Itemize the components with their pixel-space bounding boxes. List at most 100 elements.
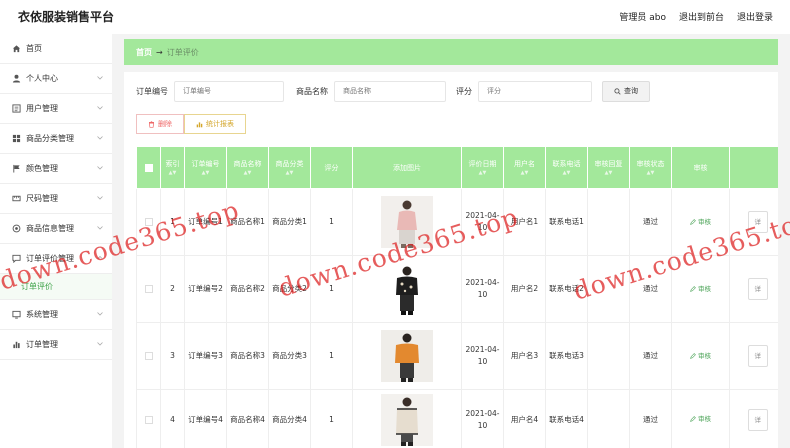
cell-reply [587, 322, 630, 390]
sidebar-item-label: 颜色管理 [26, 164, 58, 173]
cell-image [352, 255, 462, 323]
order-no-input[interactable] [174, 80, 284, 102]
row-checkbox[interactable] [136, 389, 161, 448]
detail-button[interactable]: 详 [747, 211, 768, 233]
audit-link[interactable]: 审核 [690, 350, 711, 362]
detail-button[interactable]: 详 [747, 345, 768, 367]
col-header-category[interactable]: 商品分类 ▲▼ [268, 146, 311, 189]
product-thumbnail[interactable] [381, 263, 433, 315]
sort-icon[interactable]: ▲▼ [546, 171, 587, 176]
sort-icon[interactable]: ▲▼ [630, 171, 671, 176]
cell-order-no: 订单编号4 [184, 389, 227, 448]
cell-audit: 审核 [671, 389, 730, 448]
cell-date: 2021-04-10 [461, 255, 504, 323]
cell-index: 4 [160, 389, 185, 448]
sidebar-subitem-order-review[interactable]: 订单评价 [0, 274, 112, 300]
sidebar-item-size[interactable]: 尺码管理 [0, 184, 112, 214]
cell-order-no: 订单编号3 [184, 322, 227, 390]
detail-button[interactable]: 详 [747, 408, 768, 431]
query-button-label: 查询 [624, 87, 638, 95]
col-header-status[interactable]: 审核状态 ▲▼ [629, 146, 672, 189]
top-right-nav: 管理员 abo 退出到前台 退出登录 [619, 10, 773, 23]
sort-icon[interactable]: ▲▼ [161, 171, 184, 176]
sidebar-item-color[interactable]: 颜色管理 [0, 154, 112, 184]
sort-icon[interactable]: ▲▼ [227, 171, 268, 176]
product-thumbnail[interactable] [381, 196, 433, 248]
site-title: 衣依服装销售平台 [18, 10, 115, 24]
sidebar-item-product-info[interactable]: 商品信息管理 [0, 214, 112, 244]
col-header-rating[interactable]: 评分 [310, 146, 353, 189]
chevron-down-icon [97, 312, 103, 316]
sidebar-item-label: 商品信息管理 [26, 224, 74, 233]
col-header-date[interactable]: 评价日期 ▲▼ [461, 146, 504, 189]
table-row: 1 订单编号1 商品名称1 商品分类1 1 2021-04-10 用户名1 联系… [136, 188, 778, 256]
cell-audit: 审核 [671, 188, 730, 256]
detail-button[interactable]: 详 [747, 278, 768, 300]
sidebar-item-category[interactable]: 商品分类管理 [0, 124, 112, 154]
grid-icon [12, 134, 21, 143]
product-name-input[interactable] [334, 80, 446, 102]
rating-input[interactable] [478, 80, 592, 102]
product-photo-pink-cardigan [381, 196, 433, 248]
col-header-index[interactable]: 索引 ▲▼ [160, 146, 185, 189]
col-header-order-no[interactable]: 订单编号 ▲▼ [184, 146, 227, 189]
row-checkbox[interactable] [136, 188, 161, 256]
chevron-down-icon [97, 196, 103, 200]
sort-icon[interactable]: ▲▼ [185, 171, 226, 176]
product-thumbnail[interactable] [381, 330, 433, 382]
breadcrumb-current: 订单评价 [166, 47, 199, 57]
sort-icon[interactable]: ▲▼ [269, 171, 310, 176]
cell-product: 商品名称3 [226, 322, 269, 390]
cell-rating: 1 [310, 389, 353, 448]
sidebar-item-users[interactable]: 用户管理 [0, 94, 112, 124]
edit-icon [690, 218, 696, 225]
col-header-product[interactable]: 商品名称 ▲▼ [226, 146, 269, 189]
report-button-label: 统计报表 [206, 120, 234, 128]
sidebar-item-profile[interactable]: 个人中心 [0, 64, 112, 94]
row-checkbox[interactable] [136, 255, 161, 323]
cell-category: 商品分类2 [268, 255, 311, 323]
audit-link[interactable]: 审核 [690, 413, 711, 425]
monitor-icon [12, 310, 21, 319]
cell-rating: 1 [310, 255, 353, 323]
select-all-checkbox[interactable] [136, 146, 161, 189]
audit-link[interactable]: 审核 [690, 216, 711, 228]
sort-icon[interactable]: ▲▼ [504, 171, 545, 176]
cell-status: 通过 [629, 389, 672, 448]
cell-reply [587, 188, 630, 256]
col-header-reply[interactable]: 审核回复 ▲▼ [587, 146, 630, 189]
sidebar-item-system[interactable]: 系统管理 [0, 300, 112, 330]
product-thumbnail[interactable] [381, 393, 433, 446]
report-button[interactable]: 统计报表 [184, 114, 246, 134]
sidebar-item-orders[interactable]: 订单管理 [0, 330, 112, 360]
main-area: 首页 → 订单评价 订单编号 商品名称 评分 查询 删除 统计报表 [112, 34, 790, 448]
cog-circle-icon [12, 224, 21, 233]
chevron-up-icon [97, 255, 103, 260]
sidebar-item-order-review[interactable]: 订单评价管理 [0, 244, 112, 274]
front-site-link[interactable]: 退出到前台 [679, 10, 724, 23]
sidebar: 首页 个人中心 用户管理 商品分类管理 颜色管理 尺码管理 商品信息管理 订单评… [0, 34, 112, 448]
audit-link[interactable]: 审核 [690, 283, 711, 295]
sidebar-item-label: 首页 [26, 44, 42, 53]
home-icon [12, 44, 21, 53]
action-buttons: 删除 统计报表 [136, 114, 246, 134]
col-header-phone[interactable]: 联系电话 ▲▼ [545, 146, 588, 189]
query-button[interactable]: 查询 [602, 80, 650, 102]
row-checkbox[interactable] [136, 322, 161, 390]
breadcrumb-home[interactable]: 首页 [136, 47, 152, 58]
sidebar-item-label: 系统管理 [26, 310, 58, 319]
cell-audit: 审核 [671, 255, 730, 323]
cell-phone: 联系电话1 [545, 188, 588, 256]
logout-link[interactable]: 退出登录 [737, 10, 773, 23]
cell-date: 2021-04-10 [461, 188, 504, 256]
chevron-down-icon [97, 342, 103, 346]
sort-icon[interactable]: ▲▼ [462, 171, 503, 176]
sidebar-item-home[interactable]: 首页 [0, 34, 112, 64]
cell-actions: 详 [729, 389, 778, 448]
search-icon [614, 87, 621, 95]
delete-button[interactable]: 删除 [136, 114, 184, 134]
sidebar-item-label: 订单管理 [26, 340, 58, 349]
search-form: 订单编号 商品名称 评分 查询 [136, 80, 650, 102]
sort-icon[interactable]: ▲▼ [588, 171, 629, 176]
col-header-user[interactable]: 用户名 ▲▼ [503, 146, 546, 189]
